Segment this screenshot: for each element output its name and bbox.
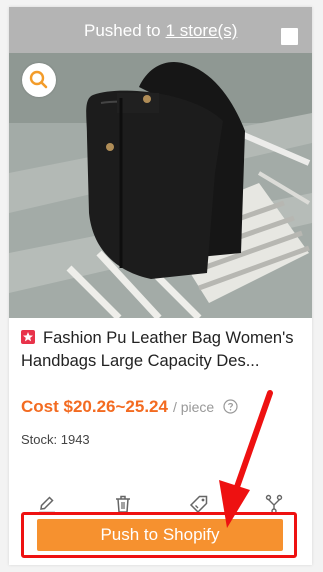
trash-icon[interactable] [113, 494, 133, 514]
pushed-stores-link[interactable]: 1 store(s) [166, 21, 238, 40]
product-price: Cost $20.26~25.24 [21, 397, 168, 416]
select-checkbox[interactable] [281, 28, 298, 45]
push-to-shopify-button[interactable]: Push to Shopify [37, 519, 283, 551]
pushed-status-bar: Pushed to 1 store(s) [9, 7, 312, 53]
price-unit: / piece [172, 399, 215, 415]
tag-icon[interactable] [189, 494, 209, 514]
pushed-status-text: Pushed to 1 store(s) [84, 21, 237, 41]
price-row: Cost $20.26~25.24/ piece [21, 397, 238, 417]
product-card: Pushed to 1 store(s) Fashion Pu Leather … [9, 7, 312, 565]
product-image[interactable] [9, 53, 312, 318]
star-badge-icon [21, 330, 35, 344]
search-icon [29, 70, 48, 89]
product-title[interactable]: Fashion Pu Leather Bag Women's Handbags … [21, 329, 294, 370]
pencil-icon[interactable] [37, 494, 57, 514]
zoom-button[interactable] [22, 63, 56, 97]
stock-count: Stock: 1943 [21, 432, 90, 447]
product-title-row: Fashion Pu Leather Bag Women's Handbags … [21, 327, 303, 373]
pushed-label: Pushed to [84, 21, 161, 40]
split-icon[interactable] [264, 494, 284, 514]
help-icon[interactable] [223, 399, 238, 414]
